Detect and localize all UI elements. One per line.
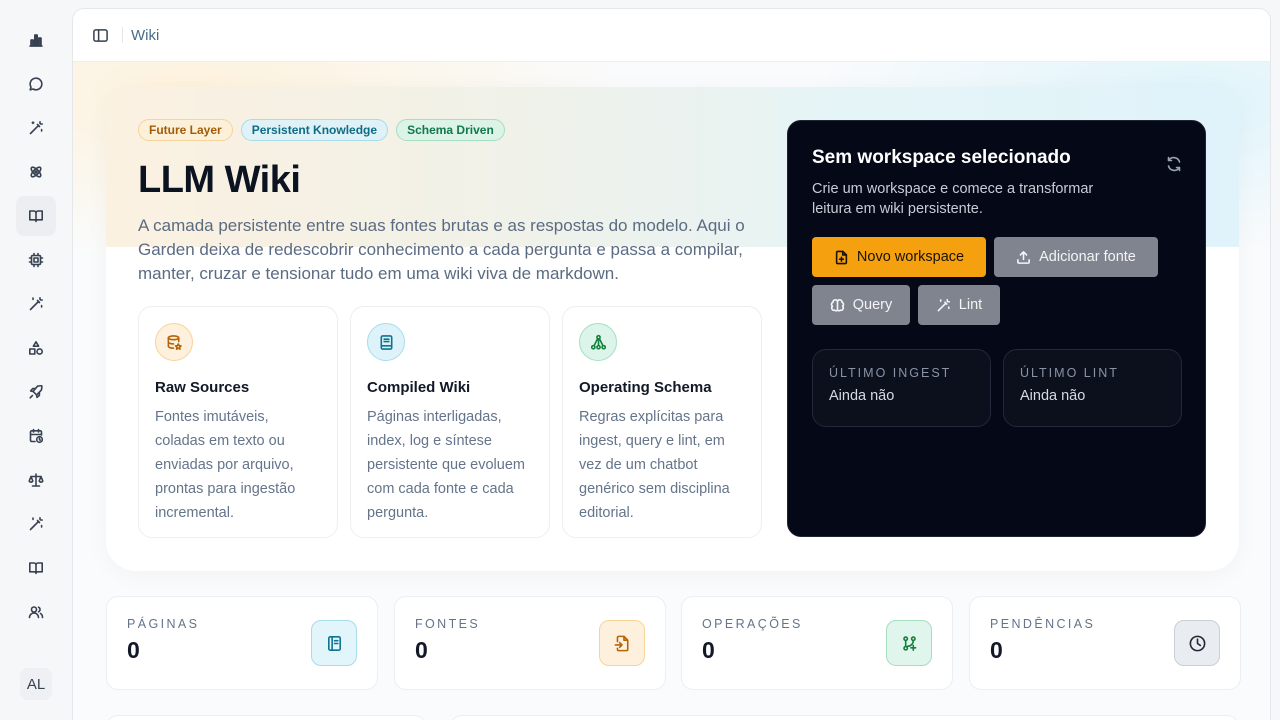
metric-card-sources: FONTES 0 [394,596,666,690]
calendar-clock-icon [29,428,44,444]
query-label: Query [852,297,893,313]
brain-icon [830,298,844,311]
nav-users[interactable] [16,592,56,632]
app-sidebar: AL [0,0,72,720]
bottom-card-right [450,715,1239,720]
new-workspace-button[interactable]: Novo workspace [812,237,986,277]
sidebar-toggle-button[interactable] [91,26,109,44]
refresh-icon [1167,156,1181,172]
workspace-panel: Sem workspace selecionado Crie um worksp… [787,120,1206,537]
avatar[interactable]: AL [20,668,52,700]
file-plus-icon [835,250,848,264]
clock-icon [1174,620,1220,666]
stat-value: Ainda não [1020,388,1086,404]
query-button[interactable]: Query [812,285,910,325]
page-title: LLM Wiki [138,159,301,201]
magic-wand-icon [29,121,43,135]
magic-wand-icon [29,297,43,311]
badge-persistent-knowledge: Persistent Knowledge [240,119,389,141]
magic-wand-icon [937,298,950,311]
bar-chart-icon [29,34,43,47]
badge-future-layer: Future Layer [138,119,233,141]
metric-card-operations: OPERAÇÕES 0 [681,596,953,690]
magic-wand-icon [29,517,43,531]
users-icon [28,606,44,619]
feature-text: Regras explícitas para ingest, query e l… [579,409,730,521]
lint-label: Lint [958,297,983,313]
sidebar-panel-icon [92,28,108,42]
git-branch-plus-icon [886,620,932,666]
nav-magic-2[interactable] [16,284,56,324]
refresh-button[interactable] [1165,155,1183,173]
nav-analytics[interactable] [16,20,56,60]
nav-docs[interactable] [16,548,56,588]
shapes-icon [28,341,43,355]
workspace-title: Sem workspace selecionado [812,147,1071,168]
nav-cpu[interactable] [16,240,56,280]
feature-card-raw-sources: Raw Sources Fontes imutáveis, coladas em… [138,306,338,538]
metric-card-pending: PENDÊNCIAS 0 [969,596,1241,690]
chat-bubble-icon [29,77,43,91]
nav-wiki[interactable] [16,196,56,236]
feature-title: Compiled Wiki [367,379,471,396]
feature-title: Raw Sources [155,379,250,396]
badge-schema-driven: Schema Driven [396,119,505,141]
file-import-icon [599,620,645,666]
metric-card-pages: PÁGINAS 0 [106,596,378,690]
breadcrumb-divider [122,27,123,43]
new-workspace-label: Novo workspace [856,249,965,265]
database-star-icon [155,323,193,361]
feature-title: Operating Schema [579,379,712,396]
bottom-card-left [106,715,426,720]
stat-label: Último lint [1020,366,1119,380]
nav-atom[interactable] [16,152,56,192]
rocket-icon [29,384,43,399]
top-bar: Wiki [73,9,1270,62]
upload-icon [1017,250,1031,264]
hero-description: A camada persistente entre suas fontes b… [138,216,745,283]
breadcrumb[interactable]: Wiki [131,27,159,44]
nav-scale[interactable] [16,460,56,500]
network-icon [579,323,617,361]
add-source-button[interactable]: Adicionar fonte [994,237,1158,277]
notebook-icon [311,620,357,666]
atom-icon [30,166,42,178]
feature-text: Fontes imutáveis, coladas em texto ou en… [155,409,296,521]
book-icon [367,323,405,361]
last-ingest-card: Último ingest Ainda não [812,349,991,427]
open-book-icon [29,562,43,575]
page-content: Future Layer Persistent Knowledge Schema… [73,62,1270,720]
nav-schedule[interactable] [16,416,56,456]
stat-value: Ainda não [829,388,895,404]
add-source-label: Adicionar fonte [1039,249,1136,265]
cpu-chip-icon [28,252,44,268]
feature-card-compiled-wiki: Compiled Wiki Páginas interligadas, inde… [350,306,550,538]
nav-magic-3[interactable] [16,504,56,544]
feature-text: Páginas interligadas, index, log e sínte… [367,409,525,521]
nav-shapes[interactable] [16,328,56,368]
scale-icon [28,473,44,487]
hero-card: Future Layer Persistent Knowledge Schema… [106,87,1239,571]
nav-magic[interactable] [16,108,56,148]
stat-label: Último ingest [829,366,952,380]
nav-chat[interactable] [16,64,56,104]
last-lint-card: Último lint Ainda não [1003,349,1182,427]
open-book-icon [29,210,43,223]
workspace-description: Crie um workspace e comece a transformar… [812,181,1094,217]
lint-button[interactable]: Lint [918,285,1000,325]
main-panel: Wiki Future Layer Persistent Knowledge S… [72,8,1271,720]
nav-rocket[interactable] [16,372,56,412]
hero-badges: Future Layer Persistent Knowledge Schema… [138,119,505,141]
feature-card-operating-schema: Operating Schema Regras explícitas para … [562,306,762,538]
